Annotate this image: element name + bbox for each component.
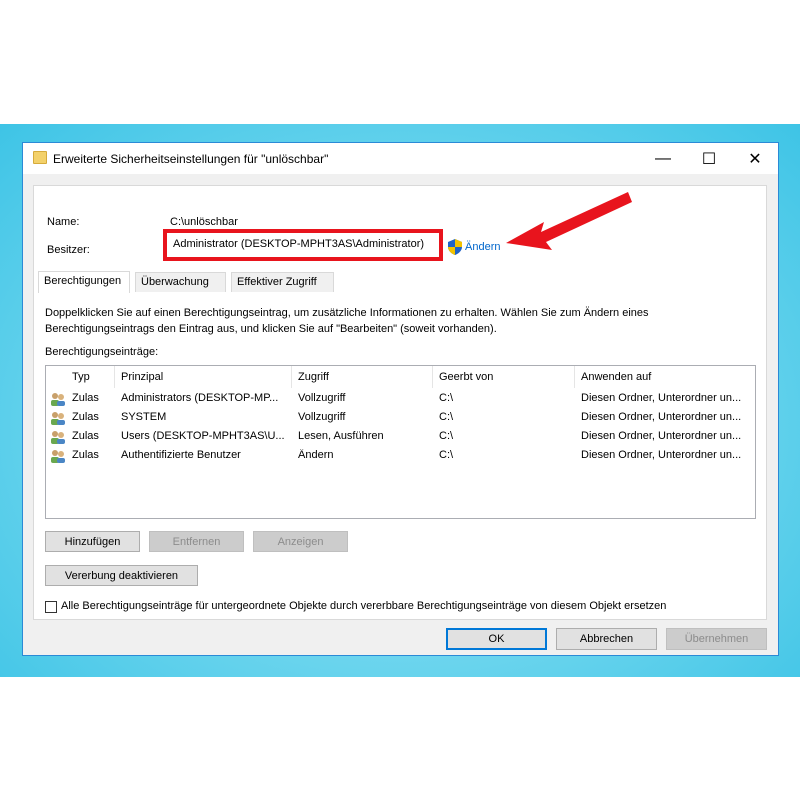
permissions-description: Doppelklicken Sie auf einen Berechtigung…	[45, 307, 649, 335]
owner-value: Administrator (DESKTOP-MPHT3AS\Administr…	[173, 238, 425, 250]
permissions-panel: Doppelklicken Sie auf einen Berechtigung…	[34, 293, 766, 619]
users-icon	[51, 393, 65, 406]
cell-applies-to: Diesen Ordner, Unterordner un...	[581, 411, 742, 423]
column-header-principal[interactable]: Prinzipal	[115, 366, 292, 388]
column-header-access[interactable]: Zugriff	[292, 366, 433, 388]
ok-button[interactable]: OK	[446, 628, 547, 650]
name-label: Name:	[47, 216, 80, 228]
column-header-inherited-from[interactable]: Geerbt von	[433, 366, 575, 388]
name-value: C:\unlöschbar	[170, 216, 238, 228]
replace-child-permissions-checkbox[interactable]	[45, 601, 57, 613]
cell-inherited-from: C:\	[439, 392, 454, 404]
cell-principal: Users (DESKTOP-MPHT3AS\U...	[121, 430, 285, 442]
cell-type: Zulas	[72, 449, 99, 461]
users-icon	[51, 450, 65, 463]
tab-auditing[interactable]: Überwachung	[135, 272, 226, 292]
cell-principal: SYSTEM	[121, 411, 167, 423]
uac-shield-icon	[448, 239, 462, 255]
cell-applies-to: Diesen Ordner, Unterordner un...	[581, 392, 742, 404]
cell-type: Zulas	[72, 411, 99, 423]
view-button[interactable]: Anzeigen	[253, 531, 348, 552]
cell-access: Ändern	[298, 449, 334, 461]
permission-entries-list[interactable]: Typ Prinzipal Zugriff Geerbt von Anwende…	[45, 365, 756, 519]
list-header: Typ Prinzipal Zugriff Geerbt von Anwende…	[46, 366, 755, 388]
cell-inherited-from: C:\	[439, 411, 454, 423]
owner-highlight-box: Administrator (DESKTOP-MPHT3AS\Administr…	[163, 229, 443, 261]
column-header-type[interactable]: Typ	[66, 366, 115, 388]
replace-child-permissions-label: Alle Berechtigungseinträge für untergeor…	[61, 600, 667, 612]
cell-inherited-from: C:\	[439, 449, 454, 461]
advanced-security-dialog: Erweiterte Sicherheitseinstellungen für …	[22, 142, 779, 656]
red-arrow-annotation	[506, 192, 632, 250]
cell-access: Vollzugriff	[298, 392, 346, 404]
tab-permissions[interactable]: Berechtigungen	[38, 271, 130, 293]
maximize-button[interactable]: ☐	[686, 143, 732, 174]
users-icon	[51, 412, 65, 425]
add-button[interactable]: Hinzufügen	[45, 531, 140, 552]
column-header-applies-to[interactable]: Anwenden auf	[575, 366, 755, 388]
cell-access: Lesen, Ausführen	[298, 430, 384, 442]
table-row[interactable]: Zulas Authentifizierte Benutzer Ändern C…	[46, 447, 755, 466]
tab-effective-access[interactable]: Effektiver Zugriff	[231, 272, 334, 292]
cell-applies-to: Diesen Ordner, Unterordner un...	[581, 430, 742, 442]
table-row[interactable]: Zulas Administrators (DESKTOP-MP... Voll…	[46, 390, 755, 409]
cell-principal: Administrators (DESKTOP-MP...	[121, 392, 279, 404]
dialog-content: Name: C:\unlöschbar Besitzer: Administra…	[23, 174, 778, 657]
cell-inherited-from: C:\	[439, 430, 454, 442]
owner-label: Besitzer:	[47, 244, 90, 256]
change-owner-link[interactable]: Ändern	[465, 241, 500, 253]
table-row[interactable]: Zulas SYSTEM Vollzugriff C:\ Diesen Ordn…	[46, 409, 755, 428]
close-button[interactable]: ✕	[732, 143, 778, 174]
minimize-button[interactable]: —	[640, 143, 686, 174]
table-row[interactable]: Zulas Users (DESKTOP-MPHT3AS\U... Lesen,…	[46, 428, 755, 447]
users-icon	[51, 431, 65, 444]
folder-icon	[33, 151, 47, 164]
cell-applies-to: Diesen Ordner, Unterordner un...	[581, 449, 742, 461]
cell-type: Zulas	[72, 392, 99, 404]
disable-inheritance-button[interactable]: Vererbung deaktivieren	[45, 565, 198, 586]
remove-button[interactable]: Entfernen	[149, 531, 244, 552]
entries-label: Berechtigungseinträge:	[45, 346, 159, 358]
cancel-button[interactable]: Abbrechen	[556, 628, 657, 650]
main-panel: Name: C:\unlöschbar Besitzer: Administra…	[33, 185, 767, 620]
cell-principal: Authentifizierte Benutzer	[121, 449, 241, 461]
title-bar[interactable]: Erweiterte Sicherheitseinstellungen für …	[23, 143, 778, 174]
cell-access: Vollzugriff	[298, 411, 346, 423]
cell-type: Zulas	[72, 430, 99, 442]
apply-button[interactable]: Übernehmen	[666, 628, 767, 650]
window-title: Erweiterte Sicherheitseinstellungen für …	[53, 152, 329, 166]
